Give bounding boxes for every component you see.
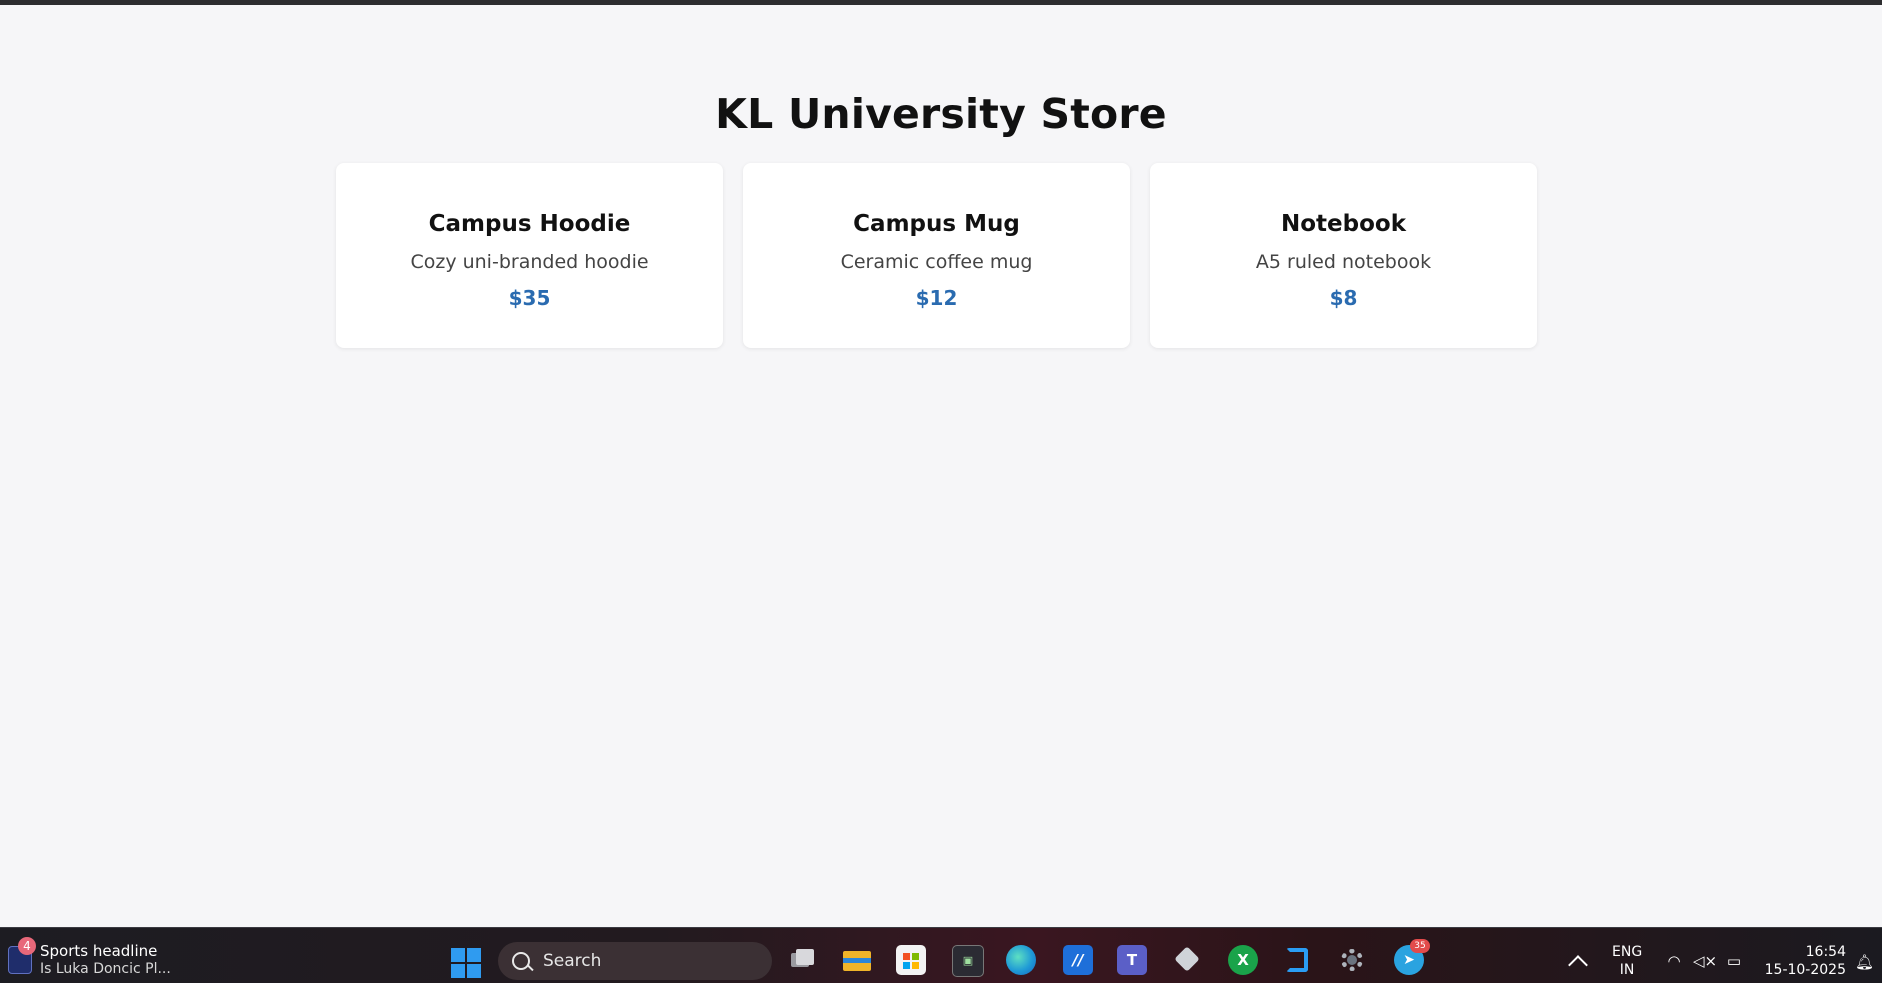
edge-icon[interactable] xyxy=(1006,945,1036,975)
page-title: KL University Store xyxy=(715,90,1167,138)
windows-logo-tile xyxy=(451,964,465,978)
product-card[interactable]: Campus Hoodie Cozy uni-branded hoodie $3… xyxy=(336,163,723,348)
xbox-glyph: X xyxy=(1237,951,1249,969)
authenticator-icon[interactable]: // xyxy=(1063,945,1093,975)
clock-date: 15-10-2025 xyxy=(1764,962,1846,978)
unity-shape xyxy=(1174,946,1200,972)
language-code: ENG xyxy=(1612,944,1643,960)
product-description: Ceramic coffee mug xyxy=(840,251,1033,273)
vscode-shape xyxy=(1286,948,1308,972)
news-title: Sports headline xyxy=(40,942,158,960)
store-page: KL University Store Campus Hoodie Cozy u… xyxy=(0,5,1882,927)
teams-glyph: T xyxy=(1126,951,1138,969)
dev-home-glyph: ▣ xyxy=(962,954,974,967)
clock-time: 16:54 xyxy=(1805,944,1846,960)
language-indicator[interactable]: ENG IN xyxy=(1612,943,1642,979)
windows-logo-icon xyxy=(451,948,465,962)
product-price: $8 xyxy=(1329,286,1358,310)
product-grid: Campus Hoodie Cozy uni-branded hoodie $3… xyxy=(336,163,1537,353)
chevron-up-icon[interactable] xyxy=(1568,955,1588,975)
clock[interactable]: 16:54 15-10-2025 xyxy=(1758,943,1846,979)
microsoft-store-icon[interactable] xyxy=(896,945,926,975)
task-view-icon[interactable] xyxy=(787,945,817,975)
vscode-icon[interactable] xyxy=(1282,945,1312,975)
product-name: Campus Hoodie xyxy=(428,211,631,237)
folder-stripe xyxy=(843,958,871,963)
notification-bell-icon[interactable]: 🔔︎ xyxy=(1855,953,1874,971)
product-card[interactable]: Notebook A5 ruled notebook $8 xyxy=(1150,163,1537,348)
news-badge: 4 xyxy=(18,937,36,955)
product-description: Cozy uni-branded hoodie xyxy=(410,251,649,273)
news-subtitle: Is Luka Doncic Pl... xyxy=(40,961,171,977)
taskbar-search[interactable]: Search xyxy=(498,942,772,980)
dev-home-icon[interactable]: ▣ xyxy=(952,945,984,977)
product-name: Campus Mug xyxy=(853,211,1020,237)
gear-center xyxy=(1347,955,1357,965)
teams-icon[interactable]: T xyxy=(1117,945,1147,975)
region-code: IN xyxy=(1619,962,1635,978)
news-widget[interactable]: 4 Sports headline Is Luka Doncic Pl... xyxy=(6,936,196,978)
search-label: Search xyxy=(543,951,602,971)
battery-icon[interactable]: ▭ xyxy=(1724,952,1744,970)
store-tile-red xyxy=(903,953,910,960)
task-view-front xyxy=(796,949,814,965)
windows-logo-tile xyxy=(467,948,481,962)
windows-logo-tile xyxy=(467,964,481,978)
wifi-icon[interactable]: ◠ xyxy=(1664,952,1684,970)
telegram-badge: 35 xyxy=(1410,939,1430,953)
search-icon xyxy=(512,952,530,970)
store-tile-yellow xyxy=(912,962,919,969)
authenticator-glyph: // xyxy=(1072,951,1084,969)
start-button[interactable] xyxy=(451,948,481,978)
volume-muted-icon[interactable]: ◁× xyxy=(1693,952,1717,970)
store-tile-green xyxy=(912,953,919,960)
product-card[interactable]: Campus Mug Ceramic coffee mug $12 xyxy=(743,163,1130,348)
product-price: $35 xyxy=(508,286,551,310)
product-description: A5 ruled notebook xyxy=(1255,251,1432,273)
product-price: $12 xyxy=(915,286,958,310)
file-explorer-icon[interactable] xyxy=(842,945,872,975)
xbox-icon[interactable]: X xyxy=(1228,945,1258,975)
unity-icon[interactable] xyxy=(1173,945,1203,975)
telegram-icon[interactable]: ➤ 35 xyxy=(1394,939,1430,975)
taskbar: 4 Sports headline Is Luka Doncic Pl... S… xyxy=(0,927,1882,983)
settings-icon[interactable] xyxy=(1337,945,1367,975)
product-name: Notebook xyxy=(1280,211,1406,237)
store-tile-blue xyxy=(903,962,910,969)
